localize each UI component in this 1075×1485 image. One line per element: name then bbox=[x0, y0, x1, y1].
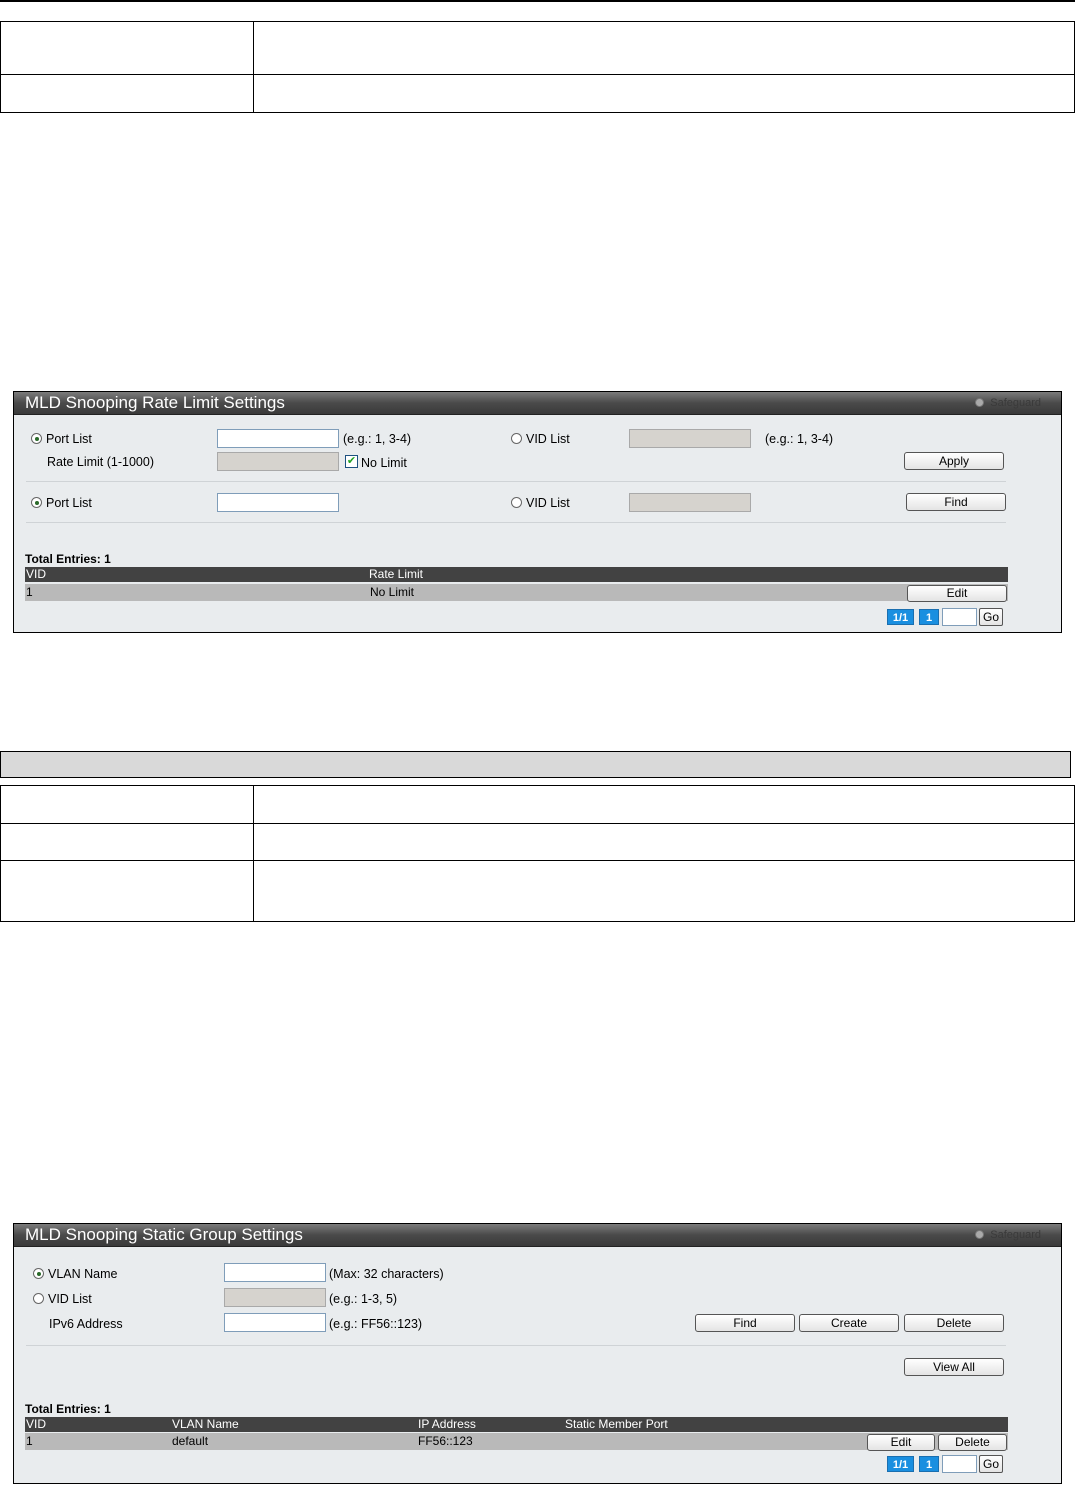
table-cell bbox=[253, 823, 1075, 861]
delete-button[interactable]: Delete bbox=[904, 1314, 1004, 1332]
column-header-vlan-name: VLAN Name bbox=[172, 1417, 239, 1431]
find-button[interactable]: Find bbox=[906, 493, 1006, 511]
port-list-label: Port List bbox=[46, 432, 92, 446]
safeguard-indicator: Safeguard bbox=[975, 1229, 1041, 1241]
vlan-name-radio[interactable] bbox=[33, 1268, 44, 1279]
table-cell bbox=[0, 860, 254, 922]
find-vid-list-input[interactable] bbox=[629, 493, 751, 512]
page-top-rule bbox=[0, 0, 1075, 2]
table-cell bbox=[253, 74, 1075, 113]
panel-title-bar: MLD Snooping Static Group Settings Safeg… bbox=[14, 1224, 1061, 1247]
table-cell bbox=[253, 21, 1075, 75]
cell-vlan-name: default bbox=[172, 1434, 209, 1448]
vid-list-radio[interactable] bbox=[33, 1293, 44, 1304]
safeguard-icon bbox=[975, 1230, 985, 1239]
cell-vid: 1 bbox=[26, 585, 33, 599]
cell-rate-limit: No Limit bbox=[370, 585, 415, 599]
find-port-list-input[interactable] bbox=[217, 493, 339, 512]
total-entries: Total Entries: 1 bbox=[25, 1402, 111, 1416]
panel-title: MLD Snooping Rate Limit Settings bbox=[25, 393, 285, 412]
table-cell bbox=[253, 860, 1075, 922]
vid-list-hint: (e.g.: 1, 3-4) bbox=[765, 432, 834, 446]
ipv6-address-label: IPv6 Address bbox=[49, 1317, 123, 1331]
table-cell bbox=[253, 785, 1075, 824]
table-row bbox=[0, 823, 1075, 861]
rate-limit-label: Rate Limit (1-1000) bbox=[47, 455, 154, 469]
port-list-radio[interactable] bbox=[31, 433, 42, 444]
page-info: 1/1 bbox=[887, 609, 914, 625]
view-all-button[interactable]: View All bbox=[904, 1358, 1004, 1376]
panel-title: MLD Snooping Static Group Settings bbox=[25, 1225, 303, 1244]
table-header: VID Rate Limit bbox=[25, 567, 1008, 582]
find-button[interactable]: Find bbox=[695, 1314, 795, 1332]
vid-list-hint: (e.g.: 1-3, 5) bbox=[329, 1292, 398, 1306]
create-button[interactable]: Create bbox=[799, 1314, 899, 1332]
table-cell bbox=[0, 21, 254, 75]
ipv6-address-hint: (e.g.: FF56::123) bbox=[329, 1317, 423, 1331]
table-header: VID VLAN Name IP Address Static Member P… bbox=[25, 1417, 1008, 1432]
vid-list-input[interactable] bbox=[224, 1288, 326, 1307]
edit-button[interactable]: Edit bbox=[907, 585, 1007, 602]
divider bbox=[26, 481, 1006, 482]
page-jump-input[interactable] bbox=[942, 1455, 977, 1473]
table-cell bbox=[0, 74, 254, 113]
column-header-static-member-port: Static Member Port bbox=[565, 1417, 668, 1431]
doc-table-header-bar bbox=[0, 751, 1071, 778]
port-list-input[interactable] bbox=[217, 429, 339, 448]
vid-list-input[interactable] bbox=[629, 429, 751, 448]
panel-title-bar: MLD Snooping Rate Limit Settings Safegua… bbox=[14, 392, 1061, 415]
cell-ip-address: FF56::123 bbox=[418, 1434, 473, 1448]
safeguard-icon bbox=[975, 398, 985, 407]
vid-list-radio[interactable] bbox=[511, 433, 522, 444]
page-jump-input[interactable] bbox=[942, 608, 977, 626]
column-header-vid: VID bbox=[26, 567, 47, 581]
table-row bbox=[0, 785, 1075, 824]
table-cell bbox=[0, 785, 254, 824]
vid-list-label: VID List bbox=[526, 432, 570, 446]
safeguard-label: Safeguard bbox=[990, 397, 1041, 409]
vlan-name-label: VLAN Name bbox=[48, 1267, 118, 1281]
find-port-list-label: Port List bbox=[46, 496, 92, 510]
table-row bbox=[0, 74, 1075, 113]
vid-list-label: VID List bbox=[48, 1292, 92, 1306]
go-button[interactable]: Go bbox=[979, 608, 1003, 626]
static-group-panel: MLD Snooping Static Group Settings Safeg… bbox=[13, 1223, 1062, 1484]
divider bbox=[26, 1345, 1006, 1346]
doc-table-top bbox=[0, 21, 1075, 113]
find-vid-list-label: VID List bbox=[526, 496, 570, 510]
row-edit-button[interactable]: Edit bbox=[867, 1434, 935, 1451]
rate-limit-input[interactable] bbox=[217, 452, 339, 471]
doc-table-middle bbox=[0, 785, 1075, 922]
go-button[interactable]: Go bbox=[979, 1455, 1003, 1473]
table-row bbox=[0, 860, 1075, 922]
find-vid-list-radio[interactable] bbox=[511, 497, 522, 508]
rate-limit-panel: MLD Snooping Rate Limit Settings Safegua… bbox=[13, 391, 1062, 633]
table-row bbox=[0, 21, 1075, 75]
vlan-name-input[interactable] bbox=[224, 1263, 326, 1282]
table-row: 1 default FF56::123 bbox=[25, 1433, 1008, 1450]
row-delete-button[interactable]: Delete bbox=[938, 1434, 1007, 1451]
column-header-rate-limit: Rate Limit bbox=[369, 567, 424, 581]
page-info: 1/1 bbox=[887, 1456, 914, 1472]
table-row: 1 No Limit bbox=[25, 584, 1008, 601]
table-cell bbox=[0, 823, 254, 861]
divider bbox=[26, 522, 1006, 523]
ipv6-address-input[interactable] bbox=[224, 1313, 326, 1332]
total-entries: Total Entries: 1 bbox=[25, 552, 111, 566]
vlan-name-hint: (Max: 32 characters) bbox=[329, 1267, 444, 1281]
column-header-vid: VID bbox=[26, 1417, 47, 1431]
safeguard-label: Safeguard bbox=[990, 1229, 1041, 1241]
page-number-button[interactable]: 1 bbox=[919, 1456, 939, 1472]
column-header-ip-address: IP Address bbox=[418, 1417, 476, 1431]
port-list-hint: (e.g.: 1, 3-4) bbox=[343, 432, 412, 446]
page-number-button[interactable]: 1 bbox=[919, 609, 939, 625]
no-limit-label: No Limit bbox=[361, 456, 407, 470]
no-limit-checkbox[interactable]: ✔ bbox=[345, 455, 358, 468]
apply-button[interactable]: Apply bbox=[904, 452, 1004, 470]
find-port-list-radio[interactable] bbox=[31, 497, 42, 508]
cell-vid: 1 bbox=[26, 1434, 33, 1448]
safeguard-indicator: Safeguard bbox=[975, 397, 1041, 409]
